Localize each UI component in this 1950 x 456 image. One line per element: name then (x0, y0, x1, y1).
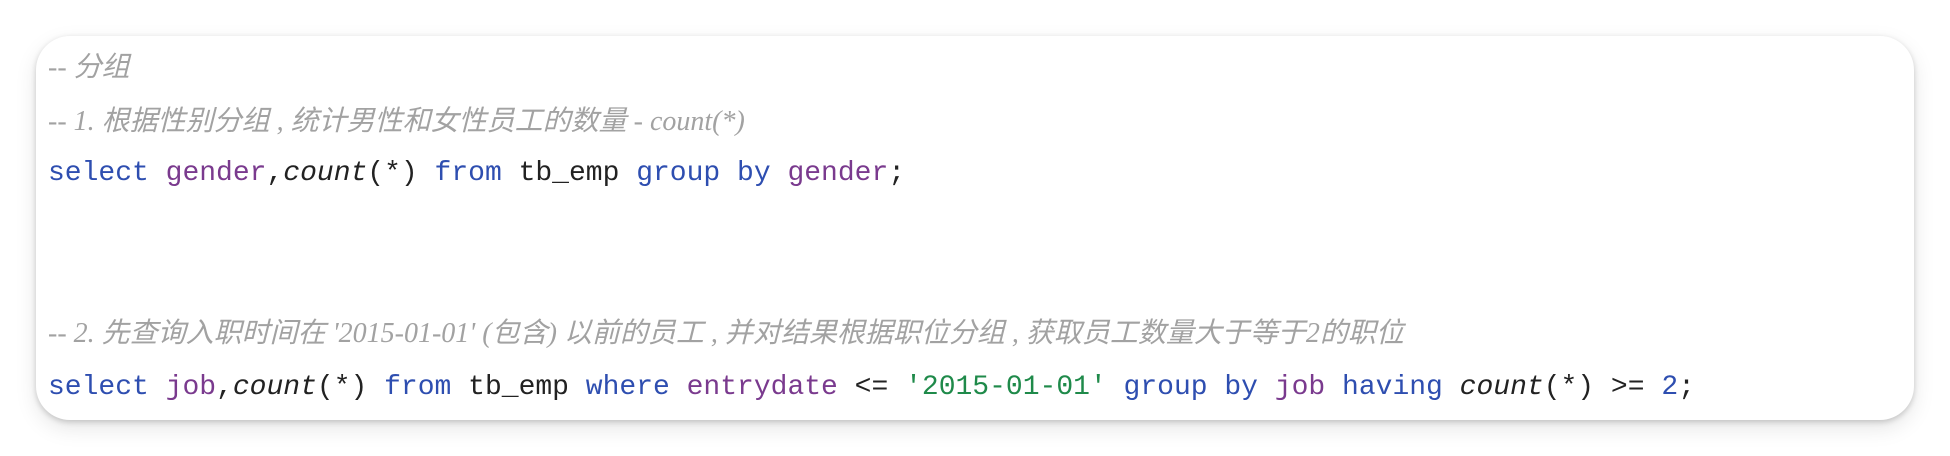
column-gender-group: gender (787, 158, 889, 189)
keyword-from: from (434, 158, 502, 189)
keyword-from: from (384, 372, 452, 403)
operator-gte: >= (1610, 372, 1645, 403)
code-block: -- 分组 -- 1. 根据性别分组 , 统计男性和女性员工的数量 - coun… (36, 36, 1914, 420)
keyword-by: by (1224, 372, 1258, 403)
function-count-having: count (1459, 372, 1544, 403)
keyword-group: group (636, 158, 721, 189)
punct-comma: , (216, 372, 233, 403)
string-date: '2015-01-01' (905, 372, 1107, 403)
code-line-3: select gender,count(*) from tb_emp group… (48, 154, 905, 194)
keyword-select: select (48, 372, 149, 403)
column-job-group: job (1274, 372, 1326, 403)
code-line-4-comment: -- 2. 先查询入职时间在 '2015-01-01' (包含) 以前的员工 ,… (48, 318, 1404, 349)
function-args-having: (*) (1543, 372, 1595, 403)
table-name: tb_emp (468, 372, 569, 403)
number-literal: 2 (1661, 372, 1679, 403)
column-entrydate: entrydate (686, 372, 838, 403)
column-job: job (165, 372, 217, 403)
keyword-having: having (1342, 372, 1443, 403)
code-line-1-comment: -- 分组 (48, 52, 130, 83)
operator-lte: <= (854, 372, 889, 403)
function-args: (*) (367, 158, 418, 189)
keyword-select: select (48, 158, 149, 189)
function-count: count (283, 158, 368, 189)
column-gender: gender (165, 158, 267, 189)
punct-semicolon: ; (1678, 372, 1695, 403)
punct-semicolon: ; (888, 158, 906, 189)
function-count: count (232, 372, 317, 403)
code-line-5: select job,count(*) from tb_emp where en… (48, 368, 1695, 408)
table-name: tb_emp (518, 158, 620, 189)
punct-comma: , (266, 158, 284, 189)
keyword-where: where (585, 372, 670, 403)
code-line-2-comment: -- 1. 根据性别分组 , 统计男性和女性员工的数量 - count(*) (48, 106, 745, 137)
function-args: (*) (316, 372, 368, 403)
keyword-group: group (1123, 372, 1208, 403)
keyword-by: by (737, 158, 771, 189)
